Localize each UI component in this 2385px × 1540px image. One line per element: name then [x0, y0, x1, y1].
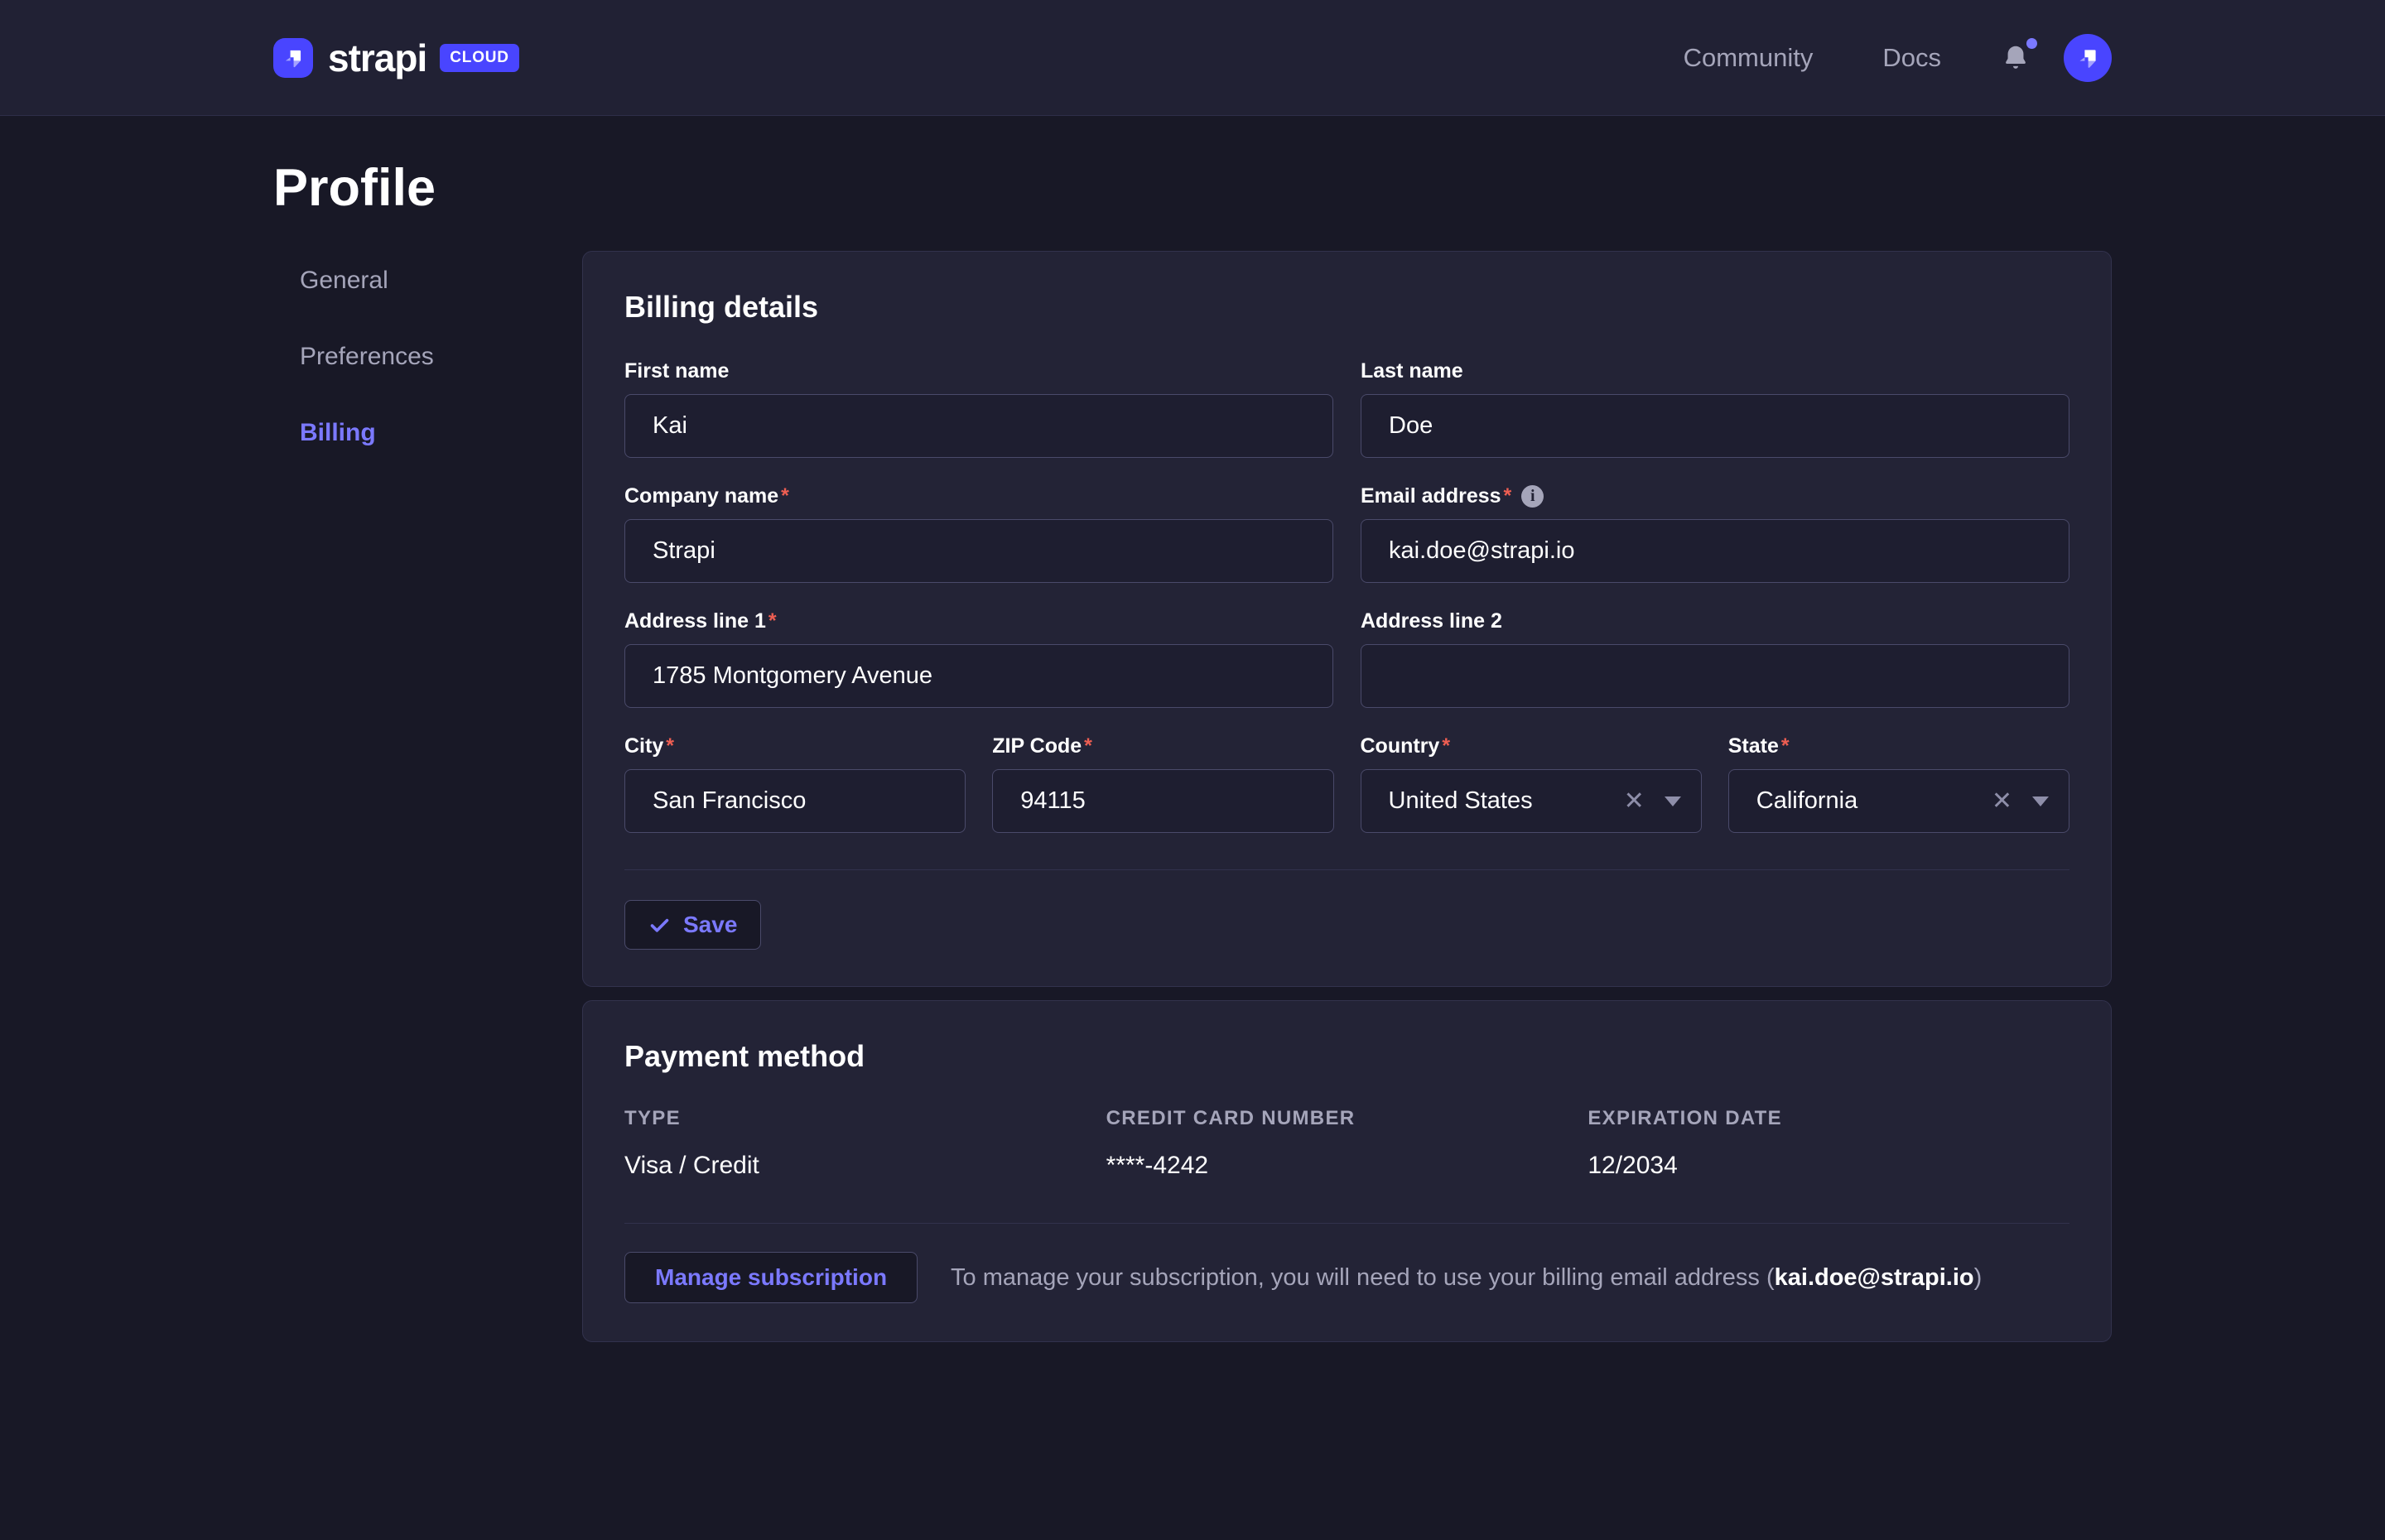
required-asterisk: * [666, 734, 674, 758]
field-city: City * [624, 734, 966, 833]
billing-email-value: kai.doe@strapi.io [1775, 1264, 1974, 1291]
clear-icon[interactable]: ✕ [1624, 789, 1645, 814]
sidebar-item-billing[interactable]: Billing [300, 419, 582, 447]
required-asterisk: * [1781, 734, 1790, 758]
expiration-date-value: 12/2034 [1588, 1152, 2069, 1180]
first-name-label: First name [624, 359, 1333, 383]
state-combobox[interactable]: California ✕ [1728, 769, 2069, 833]
field-last-name: Last name [1361, 359, 2069, 458]
manage-subscription-button[interactable]: Manage subscription [624, 1252, 918, 1303]
card-number-value: ****-4242 [1106, 1152, 1588, 1180]
field-zip-code: ZIP Code * [992, 734, 1333, 833]
payment-type-label: TYPE [624, 1107, 1106, 1130]
check-icon [648, 914, 671, 936]
billing-details-card: Billing details First name Last name [582, 251, 2112, 987]
strapi-mark-icon [2073, 43, 2103, 73]
payment-method-card: Payment method TYPE Visa / Credit CREDIT… [582, 1000, 2112, 1342]
payment-type-value: Visa / Credit [624, 1152, 1106, 1180]
required-asterisk: * [781, 484, 789, 508]
field-state: State * California ✕ [1728, 734, 2069, 833]
brand[interactable]: strapi CLOUD [273, 36, 519, 80]
profile-sidebar: General Preferences Billing [273, 215, 582, 495]
clear-icon[interactable]: ✕ [1992, 789, 2012, 814]
payment-card-number-column: CREDIT CARD NUMBER ****-4242 [1106, 1107, 1588, 1180]
required-asterisk: * [1084, 734, 1092, 758]
state-value: California [1756, 787, 1992, 815]
main-content: Profile General Preferences Billing Bill… [0, 161, 2385, 1342]
chevron-down-icon[interactable] [1665, 796, 1681, 806]
strapi-logo-icon [273, 38, 313, 78]
field-company-name: Company name * [624, 484, 1333, 583]
city-zip-country-state-row: City * ZIP Code * [624, 734, 2069, 833]
address-line-2-label: Address line 2 [1361, 609, 2069, 633]
expiration-date-label: EXPIRATION DATE [1588, 1107, 2069, 1130]
last-name-label: Last name [1361, 359, 2069, 383]
country-label: Country * [1361, 734, 1702, 758]
top-navbar: strapi CLOUD Community Docs [0, 0, 2385, 116]
payment-footer: Manage subscription To manage your subsc… [624, 1252, 2069, 1303]
city-input[interactable] [624, 769, 966, 833]
cards-column: Billing details First name Last name [582, 215, 2112, 1342]
sidebar-item-general[interactable]: General [300, 267, 582, 295]
field-address-line-1: Address line 1 * [624, 609, 1333, 708]
zip-code-input[interactable] [992, 769, 1333, 833]
field-address-line-2: Address line 2 [1361, 609, 2069, 708]
last-name-input[interactable] [1361, 394, 2069, 458]
save-button-label: Save [683, 912, 737, 938]
bell-icon [2001, 41, 2031, 75]
page-title: Profile [273, 161, 2112, 215]
notification-dot [2026, 38, 2037, 49]
billing-card-title: Billing details [624, 290, 2069, 325]
field-first-name: First name [624, 359, 1333, 458]
zip-code-label: ZIP Code * [992, 734, 1333, 758]
brand-wordmark: strapi [328, 36, 426, 80]
company-name-label: Company name * [624, 484, 1333, 508]
notifications-button[interactable] [2001, 41, 2031, 75]
payment-expiration-column: EXPIRATION DATE 12/2034 [1588, 1107, 2069, 1180]
save-button[interactable]: Save [624, 900, 761, 950]
chevron-down-icon[interactable] [2032, 796, 2049, 806]
card-number-label: CREDIT CARD NUMBER [1106, 1107, 1588, 1130]
nav-link-community[interactable]: Community [1684, 43, 1814, 73]
email-address-input[interactable] [1361, 519, 2069, 583]
cloud-badge: CLOUD [440, 44, 519, 72]
required-asterisk: * [768, 609, 777, 633]
billing-form: First name Last name Company name [624, 359, 2069, 833]
address-line-2-input[interactable] [1361, 644, 2069, 708]
card-divider [624, 1223, 2069, 1224]
info-icon[interactable]: i [1521, 485, 1544, 508]
first-name-input[interactable] [624, 394, 1333, 458]
navbar-right: Community Docs [1684, 34, 2112, 82]
required-asterisk: * [1442, 734, 1450, 758]
payment-card-title: Payment method [624, 1039, 2069, 1074]
user-avatar[interactable] [2064, 34, 2112, 82]
field-country: Country * United States ✕ [1361, 734, 1702, 833]
nav-link-docs[interactable]: Docs [1882, 43, 1941, 73]
country-value: United States [1389, 787, 1624, 815]
billing-email-note: To manage your subscription, you will ne… [951, 1264, 1982, 1292]
sidebar-item-preferences[interactable]: Preferences [300, 343, 582, 371]
payment-info-grid: TYPE Visa / Credit CREDIT CARD NUMBER **… [624, 1107, 2069, 1180]
payment-type-column: TYPE Visa / Credit [624, 1107, 1106, 1180]
country-combobox[interactable]: United States ✕ [1361, 769, 1702, 833]
card-divider [624, 869, 2069, 870]
required-asterisk: * [1504, 484, 1512, 508]
company-name-input[interactable] [624, 519, 1333, 583]
manage-subscription-label: Manage subscription [655, 1264, 887, 1291]
address-line-1-label: Address line 1 * [624, 609, 1333, 633]
state-label: State * [1728, 734, 2069, 758]
field-email-address: Email address * i [1361, 484, 2069, 583]
address-line-1-input[interactable] [624, 644, 1333, 708]
city-label: City * [624, 734, 966, 758]
email-address-label: Email address * i [1361, 484, 2069, 508]
